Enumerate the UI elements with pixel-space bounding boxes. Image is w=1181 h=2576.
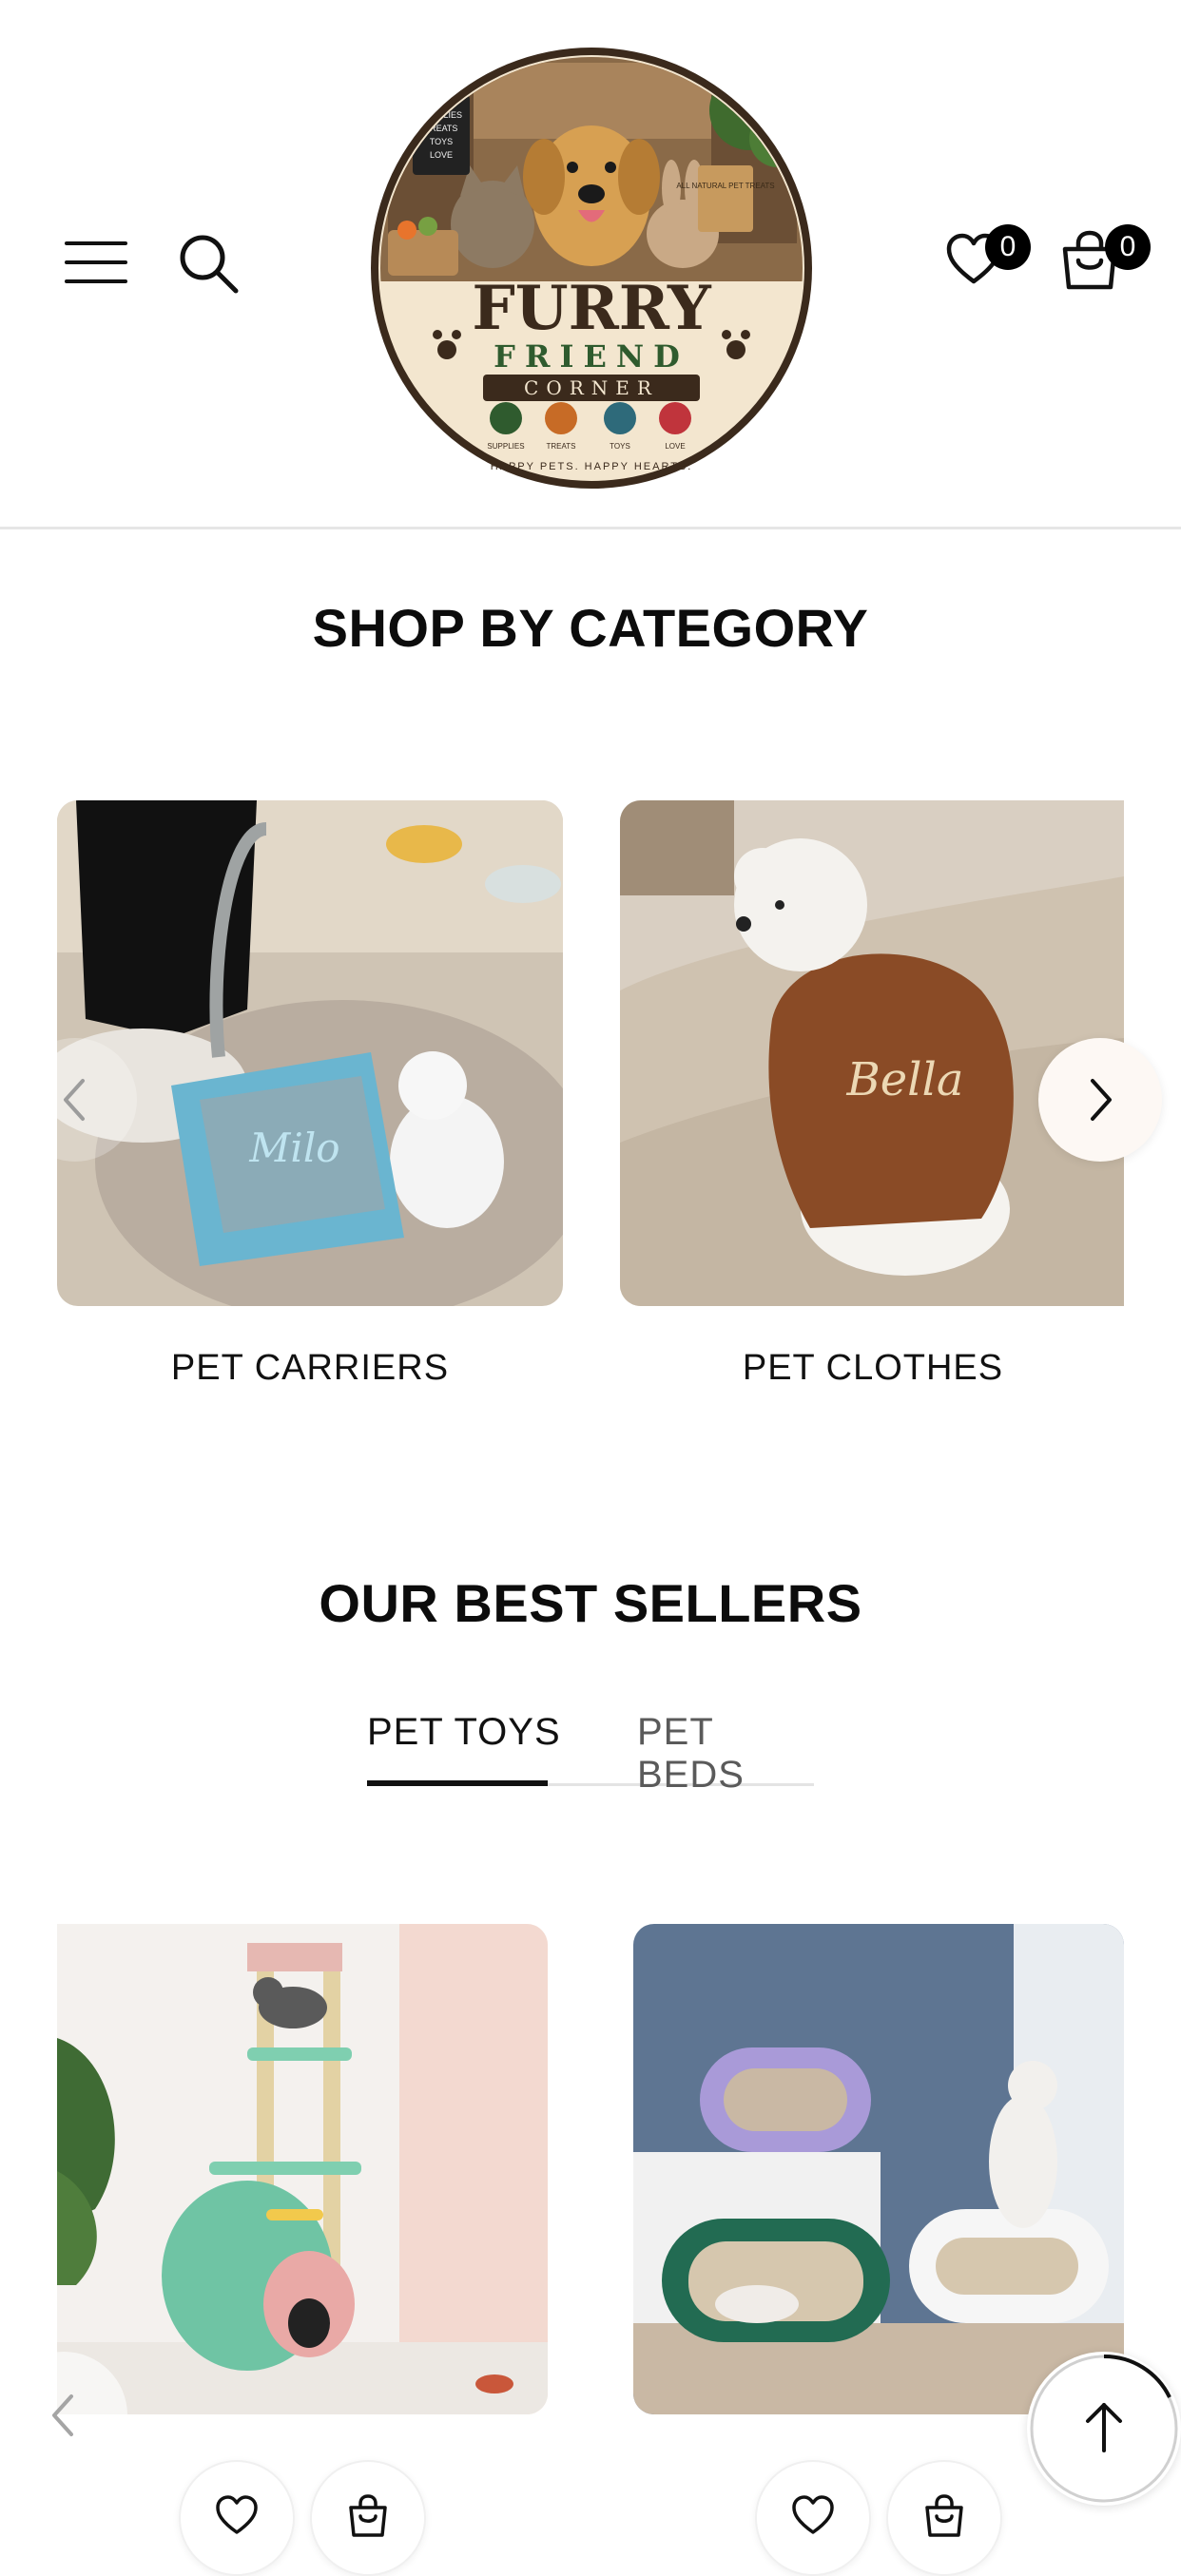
tab-pet-toys[interactable]: PET TOYS [367, 1711, 561, 1754]
chevron-right-icon [1091, 1079, 1112, 1121]
category-next-button[interactable] [1038, 1038, 1162, 1162]
chevron-left-icon [52, 2394, 73, 2436]
site-header: SUPPLIES TREATS TOYS LOVE ALL NATURAL PE… [0, 0, 1181, 529]
logo-icon-label: SUPPLIES [487, 442, 524, 451]
best-sellers-title: OUR BEST SELLERS [319, 1573, 862, 1633]
arrow-up-icon [1086, 2403, 1122, 2452]
logo-brand-top: FURRY [472, 273, 712, 344]
best-sellers-tabs: PET TOYS PET BEDS [367, 1711, 814, 1796]
logo-sign-line: LOVE [430, 150, 453, 160]
category-label-pet-clothes[interactable]: PET CLOTHES [620, 1348, 1126, 1389]
heart-icon [792, 2495, 834, 2534]
logo-jar-text: ALL NATURAL PET TREATS [676, 182, 774, 190]
chevron-left-icon [64, 1079, 85, 1121]
hamburger-menu-icon[interactable] [65, 241, 127, 285]
wishlist-count-badge: 0 [985, 224, 1031, 270]
logo-brand-bottom: CORNER [524, 376, 659, 399]
category-label-pet-carriers[interactable]: PET CARRIERS [57, 1348, 563, 1389]
category-card-pet-clothes[interactable]: Bella [620, 800, 1124, 1306]
products-prev-button[interactable] [0, 2352, 127, 2479]
shopping-bag-icon [925, 2494, 963, 2537]
hoodie-text: Bella [846, 1053, 964, 1106]
shopping-bag-icon [349, 2494, 387, 2537]
search-icon[interactable] [177, 232, 240, 295]
back-to-top-button[interactable] [1027, 2352, 1181, 2506]
category-prev-button[interactable] [13, 1038, 137, 1162]
shop-by-category-title: SHOP BY CATEGORY [312, 598, 869, 658]
product-image-cat-tree[interactable] [57, 1924, 548, 2414]
product-1-wishlist-button[interactable] [179, 2460, 295, 2576]
logo-tagline: HAPPY PETS. HAPPY HEARTS. [491, 461, 693, 472]
bag-text: Milo [248, 1125, 339, 1171]
store-logo[interactable]: SUPPLIES TREATS TOYS LOVE ALL NATURAL PE… [369, 44, 814, 492]
heart-icon [216, 2495, 258, 2534]
logo-sign-line: TOYS [430, 137, 453, 146]
logo-brand-mid: FRIEND [494, 338, 689, 375]
logo-icon-label: TOYS [610, 442, 630, 451]
product-2-wishlist-button[interactable] [755, 2460, 871, 2576]
logo-icon-label: LOVE [665, 442, 685, 451]
product-2-add-to-cart-button[interactable] [886, 2460, 1002, 2576]
logo-icon-label: TREATS [547, 442, 576, 451]
tab-pet-beds[interactable]: PET BEDS [637, 1711, 814, 1797]
product-image-scratcher-beds[interactable] [633, 1924, 1124, 2414]
product-1-add-to-cart-button[interactable] [310, 2460, 426, 2576]
tab-active-indicator [367, 1780, 548, 1786]
cart-count-badge: 0 [1105, 224, 1151, 270]
category-card-pet-carriers[interactable]: Milo [57, 800, 563, 1306]
